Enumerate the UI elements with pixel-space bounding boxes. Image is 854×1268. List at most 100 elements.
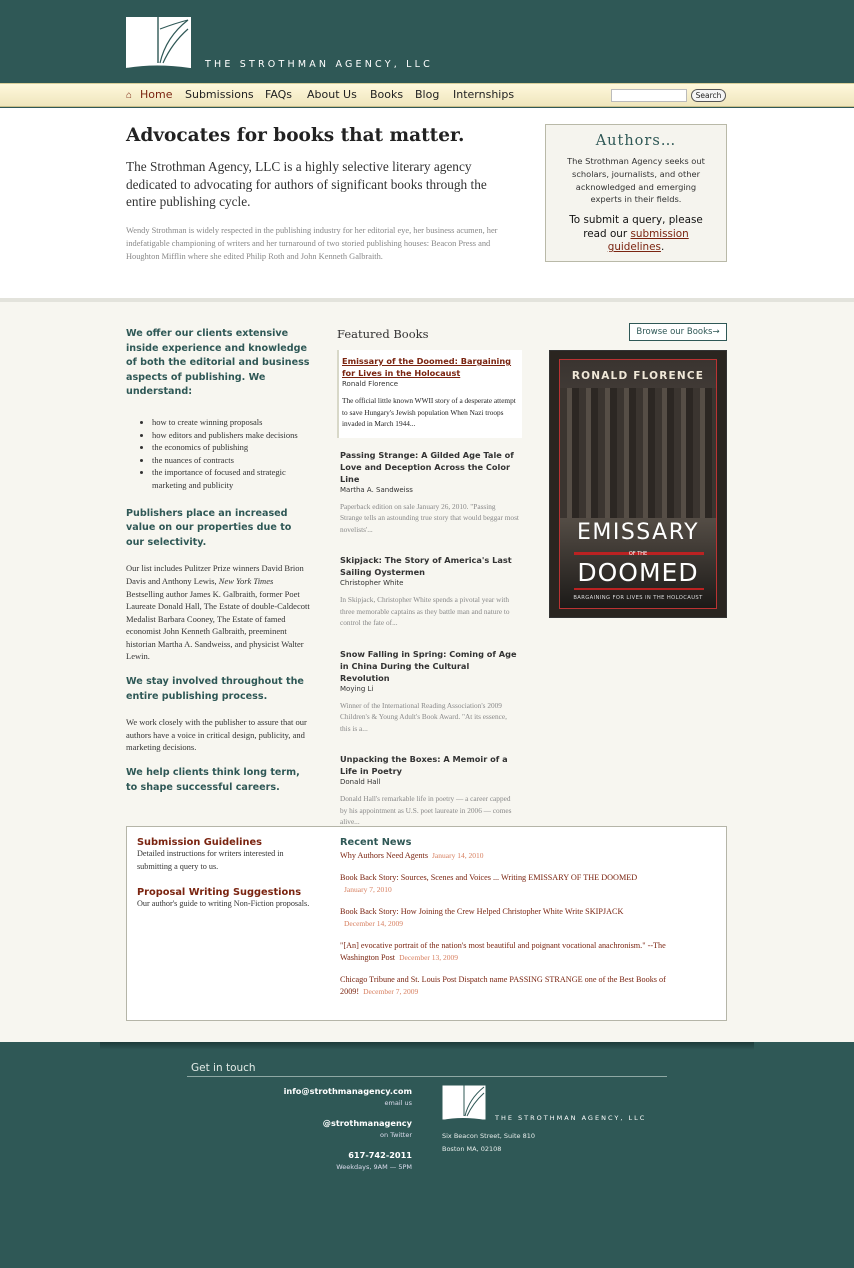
site-footer: Get in touch info@strothmanagency.com em… <box>0 1042 854 1268</box>
main-nav: ⌂ Home Submissions FAQs About Us Books B… <box>0 83 854 107</box>
services-list: how to create winning proposals how edit… <box>152 416 311 492</box>
footer-title: Get in touch <box>191 1062 256 1074</box>
cover-author: RONALD FLORENCE <box>571 370 705 382</box>
authors-title: Authors… <box>595 133 677 149</box>
cover-photo <box>560 388 716 518</box>
book-cover-image[interactable]: RONALD FLORENCE EMISSARY OF THE DOOMED B… <box>549 350 727 618</box>
news-link[interactable]: Why Authors Need Agents <box>340 851 428 860</box>
news-date: December 13, 2009 <box>399 953 459 962</box>
book-title[interactable]: Unpacking the Boxes: A Memoir of a Life … <box>340 753 519 777</box>
authors-callout: Authors… The Strothman Agency seeks out … <box>545 124 727 262</box>
query-suffix: . <box>660 241 665 254</box>
book-title[interactable]: Emissary of the Doomed: Bargaining for L… <box>342 355 519 379</box>
list-item: the nuances of contracts <box>152 454 311 467</box>
agency-logo-icon[interactable] <box>126 17 191 68</box>
proposal-suggestions-link[interactable]: Proposal Writing Suggestions <box>137 887 317 898</box>
book-desc: Donald Hall's remarkable life in poetry … <box>340 794 512 826</box>
home-icon[interactable]: ⌂ <box>126 90 132 101</box>
clients-paragraph: Our list includes Pulitzer Prize winners… <box>126 562 311 663</box>
cover-title-1: EMISSARY <box>576 520 700 545</box>
search-input[interactable] <box>611 89 687 102</box>
proposal-suggestions-desc: Our author's guide to writing Non-Fictio… <box>137 899 310 909</box>
cover-of: OF THE <box>628 551 648 557</box>
book-title[interactable]: Snow Falling in Spring: Coming of Age in… <box>340 648 519 684</box>
footer-address: Six Beacon Street, Suite 810 Boston MA, … <box>442 1130 535 1155</box>
twitter-link[interactable]: @strothmanagency <box>252 1118 412 1128</box>
news-date: December 14, 2009 <box>344 919 403 928</box>
list-item: how editors and publishers make decision… <box>152 429 311 442</box>
cover-art: RONALD FLORENCE EMISSARY OF THE DOOMED B… <box>559 359 717 609</box>
footer-shadow <box>100 1042 754 1050</box>
book-desc: In Skipjack, Christopher White spends a … <box>340 595 510 627</box>
book-item[interactable]: Snow Falling in Spring: Coming of Age in… <box>337 643 522 743</box>
news-link[interactable]: "[An] evocative portrait of the nation's… <box>340 941 666 963</box>
office-hours: Weekdays, 9AM — 5PM <box>336 1163 412 1171</box>
involvement-paragraph: We work closely with the publisher to as… <box>126 717 307 753</box>
intro-lead: The Strothman Agency, LLC is a highly se… <box>126 159 487 209</box>
email-link[interactable]: info@strothmanagency.com <box>252 1086 412 1096</box>
news-link[interactable]: Book Back Story: How Joining the Crew He… <box>340 907 623 916</box>
nav-home[interactable]: Home <box>140 88 172 101</box>
authors-desc: The Strothman Agency seeks out scholars,… <box>567 156 705 205</box>
brand-name: The Strothman Agency, LLC <box>205 59 433 70</box>
featured-books-list: Emissary of the Doomed: Bargaining for L… <box>337 350 522 842</box>
footer-logo-icon <box>442 1085 486 1120</box>
news-item[interactable]: Why Authors Need Agents January 14, 2010 <box>340 850 680 863</box>
address-line-2: Boston MA, 02108 <box>442 1144 502 1153</box>
services-column: We offer our clients extensive inside ex… <box>126 327 311 795</box>
news-item[interactable]: Book Back Story: How Joining the Crew He… <box>340 906 680 931</box>
news-link[interactable]: Book Back Story: Sources, Scenes and Voi… <box>340 873 637 882</box>
book-desc: The official little known WWII story of … <box>342 396 516 428</box>
book-item[interactable]: Unpacking the Boxes: A Memoir of a Life … <box>337 748 522 836</box>
submission-guidelines-desc: Detailed instructions for writers intere… <box>137 849 284 871</box>
news-item[interactable]: "[An] evocative portrait of the nation's… <box>340 940 680 965</box>
recent-news-title: Recent News <box>340 837 412 848</box>
book-item[interactable]: Skipjack: The Story of America's Last Sa… <box>337 549 522 637</box>
intro-section: Advocates for books that matter. The Str… <box>0 108 854 298</box>
nav-books[interactable]: Books <box>370 88 403 101</box>
selectivity-heading: Publishers place an increased value on o… <box>126 507 292 548</box>
book-author: Moying Li <box>340 684 374 693</box>
book-author: Donald Hall <box>340 778 381 786</box>
involvement-heading: We stay involved throughout the entire p… <box>126 676 304 702</box>
book-desc: Winner of the International Reading Asso… <box>340 700 507 733</box>
footer-divider <box>187 1076 667 1077</box>
main-content: We offer our clients extensive inside ex… <box>0 298 854 1042</box>
book-author: Christopher White <box>340 579 404 587</box>
book-item[interactable]: Emissary of the Doomed: Bargaining for L… <box>337 350 522 438</box>
list-item: the importance of focused and strategic … <box>152 466 311 491</box>
intro-detail: Wendy Strothman is widely respected in t… <box>126 226 498 261</box>
clients-text-b: Bestselling author James K. Galbraith, f… <box>126 588 310 662</box>
nav-submissions[interactable]: Submissions <box>185 88 254 101</box>
site-header: The Strothman Agency, LLC <box>0 0 854 83</box>
nav-faqs[interactable]: FAQs <box>265 88 292 101</box>
resources-column: Submission Guidelines Detailed instructi… <box>137 837 317 925</box>
nav-about-us[interactable]: About Us <box>307 88 357 101</box>
careers-heading: We help clients think long term, to shap… <box>126 767 300 793</box>
cover-subtitle: BARGAINING FOR LIVES IN THE HOLOCAUST <box>573 595 703 601</box>
footer-brand: The Strothman Agency, LLC <box>495 1114 647 1122</box>
book-title[interactable]: Skipjack: The Story of America's Last Sa… <box>340 554 519 578</box>
nyt-emphasis: New York Times <box>218 575 274 586</box>
news-item[interactable]: Book Back Story: Sources, Scenes and Voi… <box>340 872 680 897</box>
news-date: December 7, 2009 <box>363 987 419 996</box>
book-item[interactable]: Passing Strange: A Gilded Age Tale of Lo… <box>337 444 522 544</box>
search-button[interactable]: Search <box>691 89 726 102</box>
book-author: Martha A. Sandweiss <box>340 485 413 494</box>
browse-books-button[interactable]: Browse our Books→ <box>629 323 727 341</box>
cover-rule-2 <box>574 588 704 590</box>
services-heading: We offer our clients extensive inside ex… <box>126 328 310 398</box>
email-contact: info@strothmanagency.com email us <box>252 1086 412 1107</box>
nav-blog[interactable]: Blog <box>415 88 439 101</box>
submission-guidelines-link[interactable]: Submission Guidelines <box>137 837 317 848</box>
featured-books-title: Featured Books <box>337 327 429 341</box>
page-title: Advocates for books that matter. <box>126 125 465 146</box>
news-item[interactable]: Chicago Tribune and St. Louis Post Dispa… <box>340 974 680 999</box>
twitter-label: on Twitter <box>380 1131 412 1139</box>
nav-internships[interactable]: Internships <box>453 88 514 101</box>
book-title[interactable]: Passing Strange: A Gilded Age Tale of Lo… <box>340 449 519 485</box>
twitter-contact: @strothmanagency on Twitter <box>252 1118 412 1139</box>
book-author: Ronald Florence <box>342 380 399 388</box>
resources-news-box: Submission Guidelines Detailed instructi… <box>126 826 727 1021</box>
clients-text-a: Our list includes Pulitzer Prize winners… <box>126 563 304 586</box>
